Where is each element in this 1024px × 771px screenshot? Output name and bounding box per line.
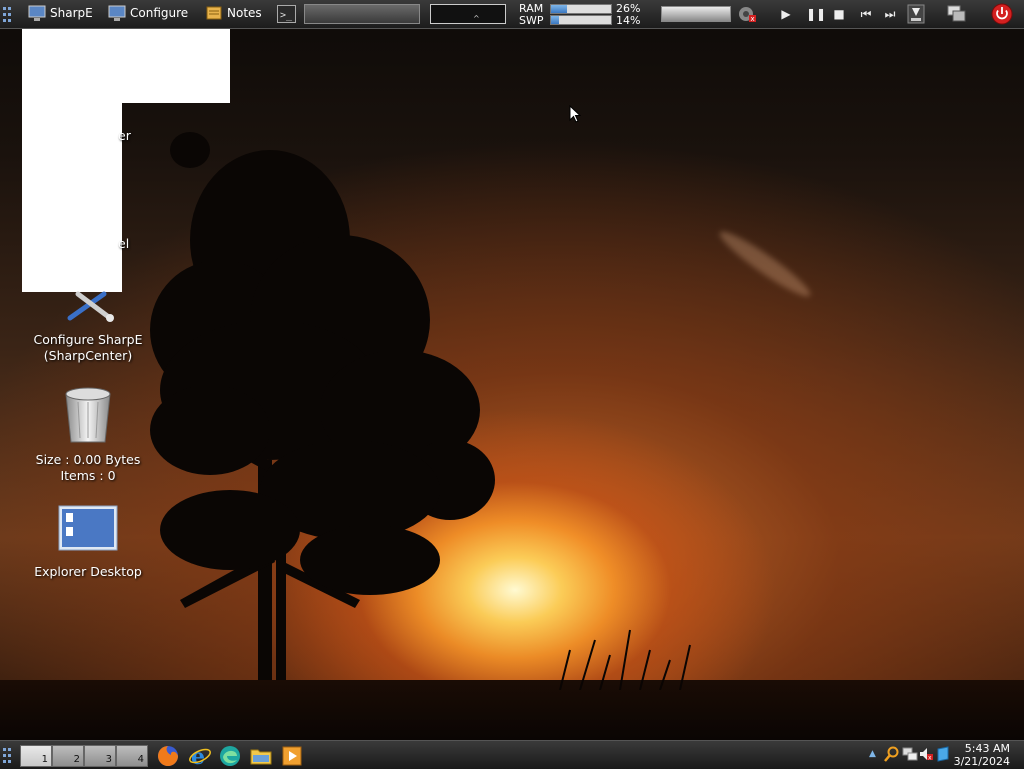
internet-explorer-icon[interactable]: e [189, 744, 211, 770]
tray-expand-icon[interactable]: ▲ [869, 749, 876, 759]
mouse-cursor-icon [569, 105, 581, 123]
grip-icon[interactable] [3, 746, 13, 768]
bottom-taskbar: 1 2 3 4 e ▲ x 5:43 AM 3/21/2024 [0, 740, 1024, 770]
recycle-bin-desktop-icon[interactable] [60, 384, 116, 446]
swap-meter-fill [551, 16, 560, 24]
configure-sharpe-label: Configure SharpE [33, 332, 143, 347]
ram-meter-fill [551, 5, 567, 13]
swap-percent: 14% [616, 14, 641, 27]
swap-meter [550, 15, 612, 25]
edge-browser-icon[interactable] [219, 745, 241, 767]
workspace-number: 4 [137, 754, 144, 765]
notes-icon [206, 6, 222, 20]
ram-meter [550, 4, 612, 14]
configure-sharpe-sublabel: (SharpCenter) [43, 348, 133, 363]
system-clock[interactable]: 5:43 AM 3/21/2024 [954, 742, 1010, 768]
svg-text:x: x [928, 755, 932, 762]
menu-sharpe-button[interactable]: SharpE [28, 4, 93, 22]
tools-icon [67, 291, 114, 322]
media-player-icon[interactable]: x [738, 5, 758, 26]
wallpaper-ground [0, 680, 1024, 740]
svg-text:>_: >_ [280, 10, 293, 21]
trash-bin-icon [65, 387, 111, 443]
wallpaper-tree [150, 132, 495, 690]
terminal-icon[interactable]: >_ [277, 5, 296, 26]
workspace-2-button[interactable]: 2 [52, 745, 84, 767]
ram-percent: 26% [616, 2, 641, 15]
previous-track-icon[interactable]: ⏮ [856, 7, 876, 21]
stop-icon[interactable]: ■ [832, 7, 846, 21]
clock-date: 3/21/2024 [953, 755, 1010, 768]
menu-configure-button[interactable]: Configure [108, 4, 188, 22]
firefox-icon[interactable] [157, 745, 179, 767]
pause-icon[interactable]: ❚❚ [806, 7, 826, 21]
recycle-bin-size: Size : 0.00 Bytes [35, 452, 141, 467]
network-icon[interactable] [902, 746, 918, 766]
windows-overlap-icon[interactable] [947, 5, 967, 26]
svg-text:x: x [751, 15, 755, 23]
desktop-icon-partial-label: el [118, 236, 130, 251]
monitor-icon [28, 5, 46, 21]
blank-popup-left [22, 103, 122, 292]
clock-time: 5:43 AM [964, 742, 1010, 755]
blank-popup-top [22, 29, 230, 103]
workspace-number: 3 [105, 754, 112, 765]
top-menu-bar: SharpE Configure Notes >_ ^ RAM SWP 26% … [0, 0, 1024, 29]
desktop-window-icon [58, 505, 118, 551]
play-icon[interactable]: ▶ [779, 7, 793, 21]
workspace-3-button[interactable]: 3 [84, 745, 116, 767]
workspace-4-button[interactable]: 4 [116, 745, 148, 767]
volume-muted-icon[interactable]: x [918, 746, 934, 766]
file-explorer-folder-icon[interactable] [250, 745, 272, 767]
run-command-field[interactable] [304, 4, 420, 24]
desktop-icon-partial-label: er [118, 128, 131, 143]
svg-text:e: e [191, 745, 205, 767]
volume-box[interactable]: ^ [430, 4, 506, 24]
swap-label: SWP [519, 14, 544, 27]
media-progress-bar[interactable] [661, 6, 731, 22]
grip-icon[interactable] [3, 5, 13, 23]
monitor-icon [108, 5, 126, 21]
configure-sharpe-desktop-icon[interactable] [60, 290, 116, 324]
workspace-number: 2 [73, 754, 80, 765]
explorer-desktop-icon[interactable] [58, 505, 118, 551]
wallpaper-bushes [559, 629, 691, 690]
ram-label: RAM [519, 2, 544, 15]
search-icon[interactable] [884, 746, 900, 766]
menu-sharpe-label: SharpE [50, 6, 93, 20]
recycle-bin-items: Items : 0 [60, 468, 116, 483]
caret-up-icon: ^ [473, 14, 480, 23]
power-icon[interactable] [991, 3, 1013, 28]
menu-notes-label: Notes [227, 6, 262, 20]
menu-notes-button[interactable]: Notes [205, 4, 262, 22]
menu-configure-label: Configure [130, 6, 189, 20]
notification-icon[interactable] [935, 746, 951, 766]
next-track-icon[interactable]: ⏭ [880, 7, 900, 21]
explorer-desktop-label: Explorer Desktop [34, 564, 142, 579]
media-player-app-icon[interactable] [281, 745, 303, 767]
workspace-1-button[interactable]: 1 [20, 745, 52, 767]
eject-drive-icon[interactable] [907, 4, 925, 27]
workspace-number: 1 [41, 754, 48, 765]
